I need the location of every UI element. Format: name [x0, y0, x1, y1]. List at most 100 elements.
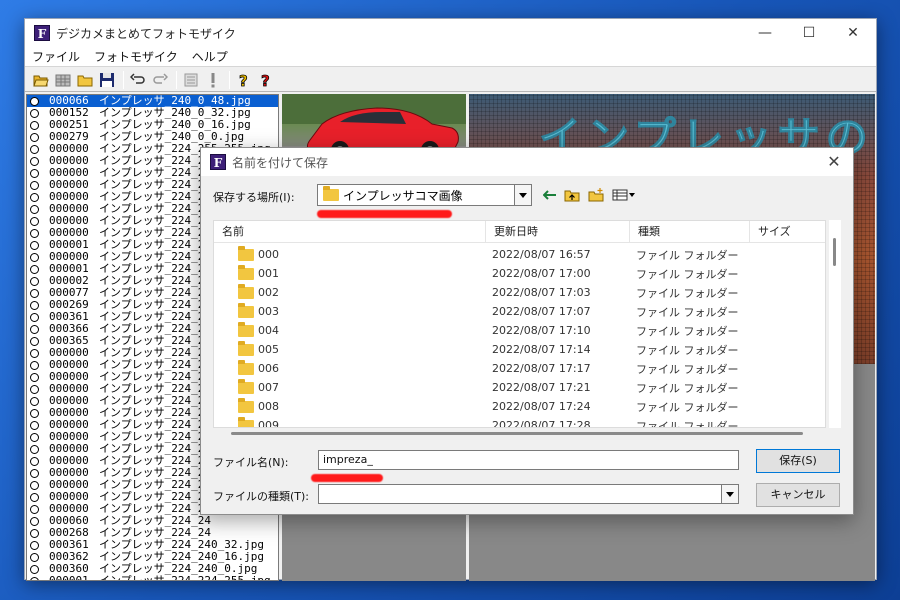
radio-button[interactable] — [30, 420, 39, 430]
exclamation-button[interactable] — [203, 70, 223, 90]
list-item[interactable]: 000001 インプレッサ_224_224_255.jpg — [27, 575, 278, 580]
dialog-app-icon: F — [210, 154, 226, 170]
grid-button[interactable] — [53, 70, 73, 90]
radio-button[interactable] — [30, 456, 39, 466]
title-bar[interactable]: F デジカメまとめてフォトモザイク — ☐ ✕ — [25, 19, 876, 47]
radio-button[interactable] — [30, 336, 39, 346]
folder-button[interactable] — [75, 70, 95, 90]
dialog-close-button[interactable]: ✕ — [821, 150, 847, 174]
radio-button[interactable] — [30, 132, 39, 142]
exclamation-icon — [211, 72, 215, 87]
table-row[interactable]: 001 2022/08/07 17:00 ファイル フォルダー — [214, 264, 825, 283]
cancel-button[interactable]: キャンセル — [756, 483, 840, 507]
table-row[interactable]: 000 2022/08/07 16:57 ファイル フォルダー — [214, 245, 825, 264]
radio-button[interactable] — [30, 228, 39, 238]
dialog-title-bar[interactable]: F 名前を付けて保存 ✕ — [201, 148, 853, 176]
save-in-value: インプレッサコマ画像 — [343, 188, 463, 203]
menu-file[interactable]: ファイル — [25, 48, 87, 65]
radio-button[interactable] — [30, 552, 39, 562]
new-folder-button[interactable] — [587, 186, 605, 204]
radio-button[interactable] — [30, 564, 39, 574]
radio-button[interactable] — [30, 120, 39, 130]
filename-input[interactable]: impreza_ — [318, 450, 739, 470]
radio-button[interactable] — [30, 144, 39, 154]
radio-button[interactable] — [30, 576, 39, 580]
radio-button[interactable] — [30, 540, 39, 550]
scroll-thumb[interactable] — [833, 238, 836, 266]
table-row[interactable]: 009 2022/08/07 17:28 ファイル フォルダー — [214, 416, 825, 428]
vertical-scrollbar[interactable] — [829, 220, 841, 428]
up-folder-button[interactable] — [563, 186, 581, 204]
radio-button[interactable] — [30, 264, 39, 274]
radio-button[interactable] — [30, 240, 39, 250]
table-row[interactable]: 003 2022/08/07 17:07 ファイル フォルダー — [214, 302, 825, 321]
menu-photomosaic[interactable]: フォトモザイク — [87, 48, 185, 65]
radio-button[interactable] — [30, 192, 39, 202]
radio-button[interactable] — [30, 480, 39, 490]
radio-button[interactable] — [30, 348, 39, 358]
radio-button[interactable] — [30, 180, 39, 190]
undo-button[interactable] — [128, 70, 148, 90]
table-row[interactable]: 007 2022/08/07 17:21 ファイル フォルダー — [214, 378, 825, 397]
folder-name: 008 — [258, 400, 279, 413]
radio-button[interactable] — [30, 216, 39, 226]
back-button[interactable] — [541, 186, 559, 204]
list-button[interactable] — [181, 70, 201, 90]
radio-button[interactable] — [30, 372, 39, 382]
radio-button[interactable] — [30, 108, 39, 118]
radio-button[interactable] — [30, 528, 39, 538]
radio-button[interactable] — [30, 468, 39, 478]
radio-button[interactable] — [30, 324, 39, 334]
filetype-dropdown[interactable] — [318, 484, 739, 504]
radio-button[interactable] — [30, 168, 39, 178]
folder-icon — [238, 397, 254, 413]
close-button[interactable]: ✕ — [831, 19, 875, 47]
horizontal-scrollbar[interactable] — [231, 432, 803, 435]
radio-button[interactable] — [30, 516, 39, 526]
radio-button[interactable] — [30, 252, 39, 262]
radio-button[interactable] — [30, 396, 39, 406]
item-type: ファイル フォルダー — [636, 419, 739, 428]
radio-button[interactable] — [30, 288, 39, 298]
radio-button[interactable] — [30, 300, 39, 310]
menu-help[interactable]: ヘルプ — [185, 48, 235, 65]
table-row[interactable]: 002 2022/08/07 17:03 ファイル フォルダー — [214, 283, 825, 302]
chevron-down-icon[interactable] — [721, 485, 738, 503]
save-button[interactable]: 保存(S) — [756, 449, 840, 473]
radio-button[interactable] — [30, 204, 39, 214]
view-menu-button[interactable] — [611, 186, 637, 204]
context-help-button[interactable]: ? — [256, 70, 276, 90]
radio-button[interactable] — [30, 96, 39, 106]
radio-button[interactable] — [30, 408, 39, 418]
save-button[interactable] — [97, 70, 117, 90]
save-in-dropdown[interactable]: インプレッサコマ画像 — [317, 184, 532, 206]
maximize-button[interactable]: ☐ — [787, 19, 831, 47]
table-row[interactable]: 005 2022/08/07 17:14 ファイル フォルダー — [214, 340, 825, 359]
radio-button[interactable] — [30, 444, 39, 454]
chevron-down-icon[interactable] — [514, 185, 531, 205]
table-row[interactable]: 004 2022/08/07 17:10 ファイル フォルダー — [214, 321, 825, 340]
radio-button[interactable] — [30, 492, 39, 502]
minimize-button[interactable]: — — [743, 19, 787, 47]
open-folder-button[interactable] — [31, 70, 51, 90]
column-type[interactable]: 種類 — [630, 221, 750, 243]
column-size[interactable]: サイズ — [750, 221, 825, 243]
table-row[interactable]: 006 2022/08/07 17:17 ファイル フォルダー — [214, 359, 825, 378]
folder-icon — [238, 416, 254, 427]
save-as-dialog: F 名前を付けて保存 ✕ 保存する場所(I): インプレッサコマ画像 名前 更新… — [200, 147, 854, 515]
radio-button[interactable] — [30, 504, 39, 514]
list-icon — [184, 73, 198, 86]
radio-button[interactable] — [30, 312, 39, 322]
radio-button[interactable] — [30, 276, 39, 286]
folder-list-view[interactable]: 名前 更新日時 種類 サイズ 000 2022/08/07 16:57 ファイル フ… — [213, 220, 826, 428]
column-modified[interactable]: 更新日時 — [486, 221, 630, 243]
table-row[interactable]: 008 2022/08/07 17:24 ファイル フォルダー — [214, 397, 825, 416]
radio-button[interactable] — [30, 384, 39, 394]
red-highlight-mark — [317, 210, 452, 218]
redo-button[interactable] — [150, 70, 170, 90]
radio-button[interactable] — [30, 432, 39, 442]
help-button[interactable]: ? — [234, 70, 254, 90]
column-name[interactable]: 名前 — [214, 221, 486, 243]
radio-button[interactable] — [30, 156, 39, 166]
radio-button[interactable] — [30, 360, 39, 370]
